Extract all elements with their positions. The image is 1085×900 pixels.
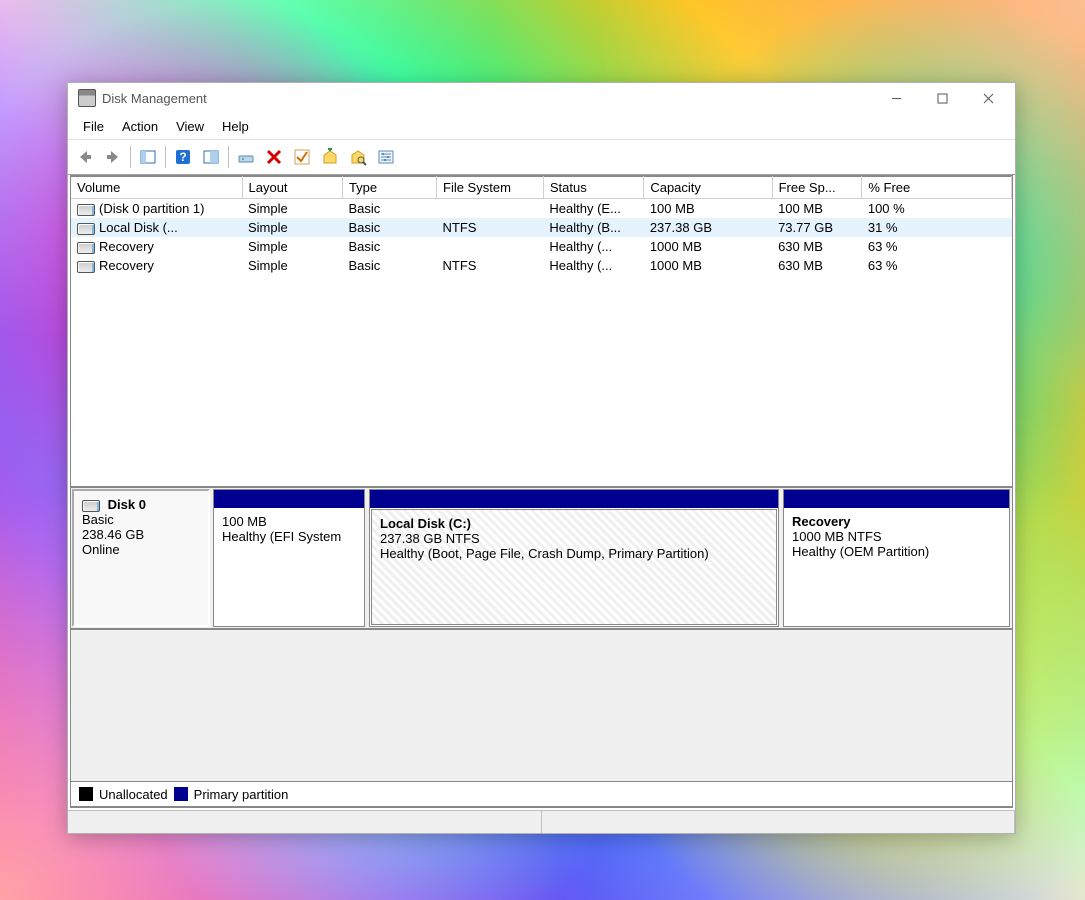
table-row[interactable]: Local Disk (...SimpleBasicNTFSHealthy (B… bbox=[71, 218, 1012, 237]
statusbar bbox=[68, 810, 1015, 833]
partition-colorbar bbox=[784, 490, 1009, 508]
show-hide-tree-button[interactable] bbox=[135, 144, 161, 170]
volume-table-header: VolumeLayoutTypeFile SystemStatusCapacit… bbox=[71, 177, 1012, 199]
partition-name: Local Disk (C:) bbox=[380, 516, 471, 531]
minimize-button[interactable] bbox=[873, 83, 919, 113]
column-header[interactable]: Status bbox=[543, 177, 643, 199]
column-header[interactable]: Volume bbox=[71, 177, 242, 199]
menubar: File Action View Help bbox=[68, 113, 1015, 140]
column-header[interactable]: Type bbox=[342, 177, 436, 199]
legend-swatch-unallocated bbox=[79, 787, 93, 801]
svg-text:?: ? bbox=[179, 150, 186, 164]
legend-label-unallocated: Unallocated bbox=[99, 787, 168, 802]
legend: Unallocated Primary partition bbox=[71, 782, 1012, 807]
partition-colorbar bbox=[370, 490, 778, 508]
column-header[interactable]: Free Sp... bbox=[772, 177, 862, 199]
partition-block[interactable]: 100 MBHealthy (EFI System bbox=[213, 489, 365, 627]
disk-management-window: Disk Management File Action View Help bbox=[67, 82, 1016, 834]
properties-button[interactable] bbox=[198, 144, 224, 170]
volume-list-pane[interactable]: VolumeLayoutTypeFile SystemStatusCapacit… bbox=[71, 176, 1012, 488]
partition-status: Healthy (EFI System bbox=[222, 529, 341, 544]
partition-name: Recovery bbox=[792, 514, 851, 529]
find-button[interactable] bbox=[345, 144, 371, 170]
close-button[interactable] bbox=[965, 83, 1011, 113]
disk-size: 238.46 GB bbox=[82, 527, 144, 542]
column-header[interactable]: Capacity bbox=[644, 177, 772, 199]
content-area: VolumeLayoutTypeFile SystemStatusCapacit… bbox=[70, 175, 1013, 808]
disk-info-block[interactable]: Disk 0 Basic 238.46 GB Online bbox=[72, 489, 210, 627]
delete-button[interactable] bbox=[261, 144, 287, 170]
partition-status: Healthy (OEM Partition) bbox=[792, 544, 929, 559]
partition-colorbar bbox=[214, 490, 364, 508]
legend-label-primary: Primary partition bbox=[194, 787, 289, 802]
new-button[interactable] bbox=[317, 144, 343, 170]
disk-partitions: 100 MBHealthy (EFI SystemLocal Disk (C:)… bbox=[213, 489, 1010, 627]
column-header[interactable]: Layout bbox=[242, 177, 342, 199]
toolbar: ? bbox=[68, 140, 1015, 175]
forward-button[interactable] bbox=[100, 144, 126, 170]
legend-swatch-primary bbox=[174, 787, 188, 801]
maximize-button[interactable] bbox=[919, 83, 965, 113]
partition-block[interactable]: Recovery1000 MB NTFSHealthy (OEM Partiti… bbox=[783, 489, 1010, 627]
table-row[interactable]: (Disk 0 partition 1)SimpleBasicHealthy (… bbox=[71, 199, 1012, 219]
refresh-button[interactable] bbox=[233, 144, 259, 170]
partition-size: 100 MB bbox=[222, 514, 267, 529]
titlebar[interactable]: Disk Management bbox=[68, 83, 1015, 113]
disk-label: Disk 0 bbox=[108, 497, 146, 512]
column-header[interactable]: % Free bbox=[862, 177, 1012, 199]
volume-icon bbox=[77, 261, 95, 273]
window-title: Disk Management bbox=[102, 91, 207, 106]
volume-icon bbox=[77, 242, 95, 254]
menu-help[interactable]: Help bbox=[213, 116, 258, 137]
disk-type: Basic bbox=[82, 512, 114, 527]
partition-size: 1000 MB NTFS bbox=[792, 529, 882, 544]
app-icon bbox=[78, 89, 96, 107]
volume-icon bbox=[77, 204, 95, 216]
volume-icon bbox=[77, 223, 95, 235]
settings-button[interactable] bbox=[373, 144, 399, 170]
validate-button[interactable] bbox=[289, 144, 315, 170]
empty-pane bbox=[71, 630, 1012, 782]
disk-graphical-pane[interactable]: Disk 0 Basic 238.46 GB Online 100 MBHeal… bbox=[71, 488, 1012, 630]
table-row[interactable]: RecoverySimpleBasicHealthy (...1000 MB63… bbox=[71, 237, 1012, 256]
disk-status: Online bbox=[82, 542, 120, 557]
menu-action[interactable]: Action bbox=[113, 116, 167, 137]
disk-icon bbox=[82, 500, 100, 512]
volume-table: VolumeLayoutTypeFile SystemStatusCapacit… bbox=[71, 176, 1012, 275]
menu-view[interactable]: View bbox=[167, 116, 213, 137]
table-row[interactable]: RecoverySimpleBasicNTFSHealthy (...1000 … bbox=[71, 256, 1012, 275]
partition-status: Healthy (Boot, Page File, Crash Dump, Pr… bbox=[380, 546, 709, 561]
partition-size: 237.38 GB NTFS bbox=[380, 531, 480, 546]
column-header[interactable]: File System bbox=[437, 177, 544, 199]
menu-file[interactable]: File bbox=[74, 116, 113, 137]
help-button[interactable]: ? bbox=[170, 144, 196, 170]
partition-block[interactable]: Local Disk (C:)237.38 GB NTFSHealthy (Bo… bbox=[369, 489, 779, 627]
back-button[interactable] bbox=[72, 144, 98, 170]
